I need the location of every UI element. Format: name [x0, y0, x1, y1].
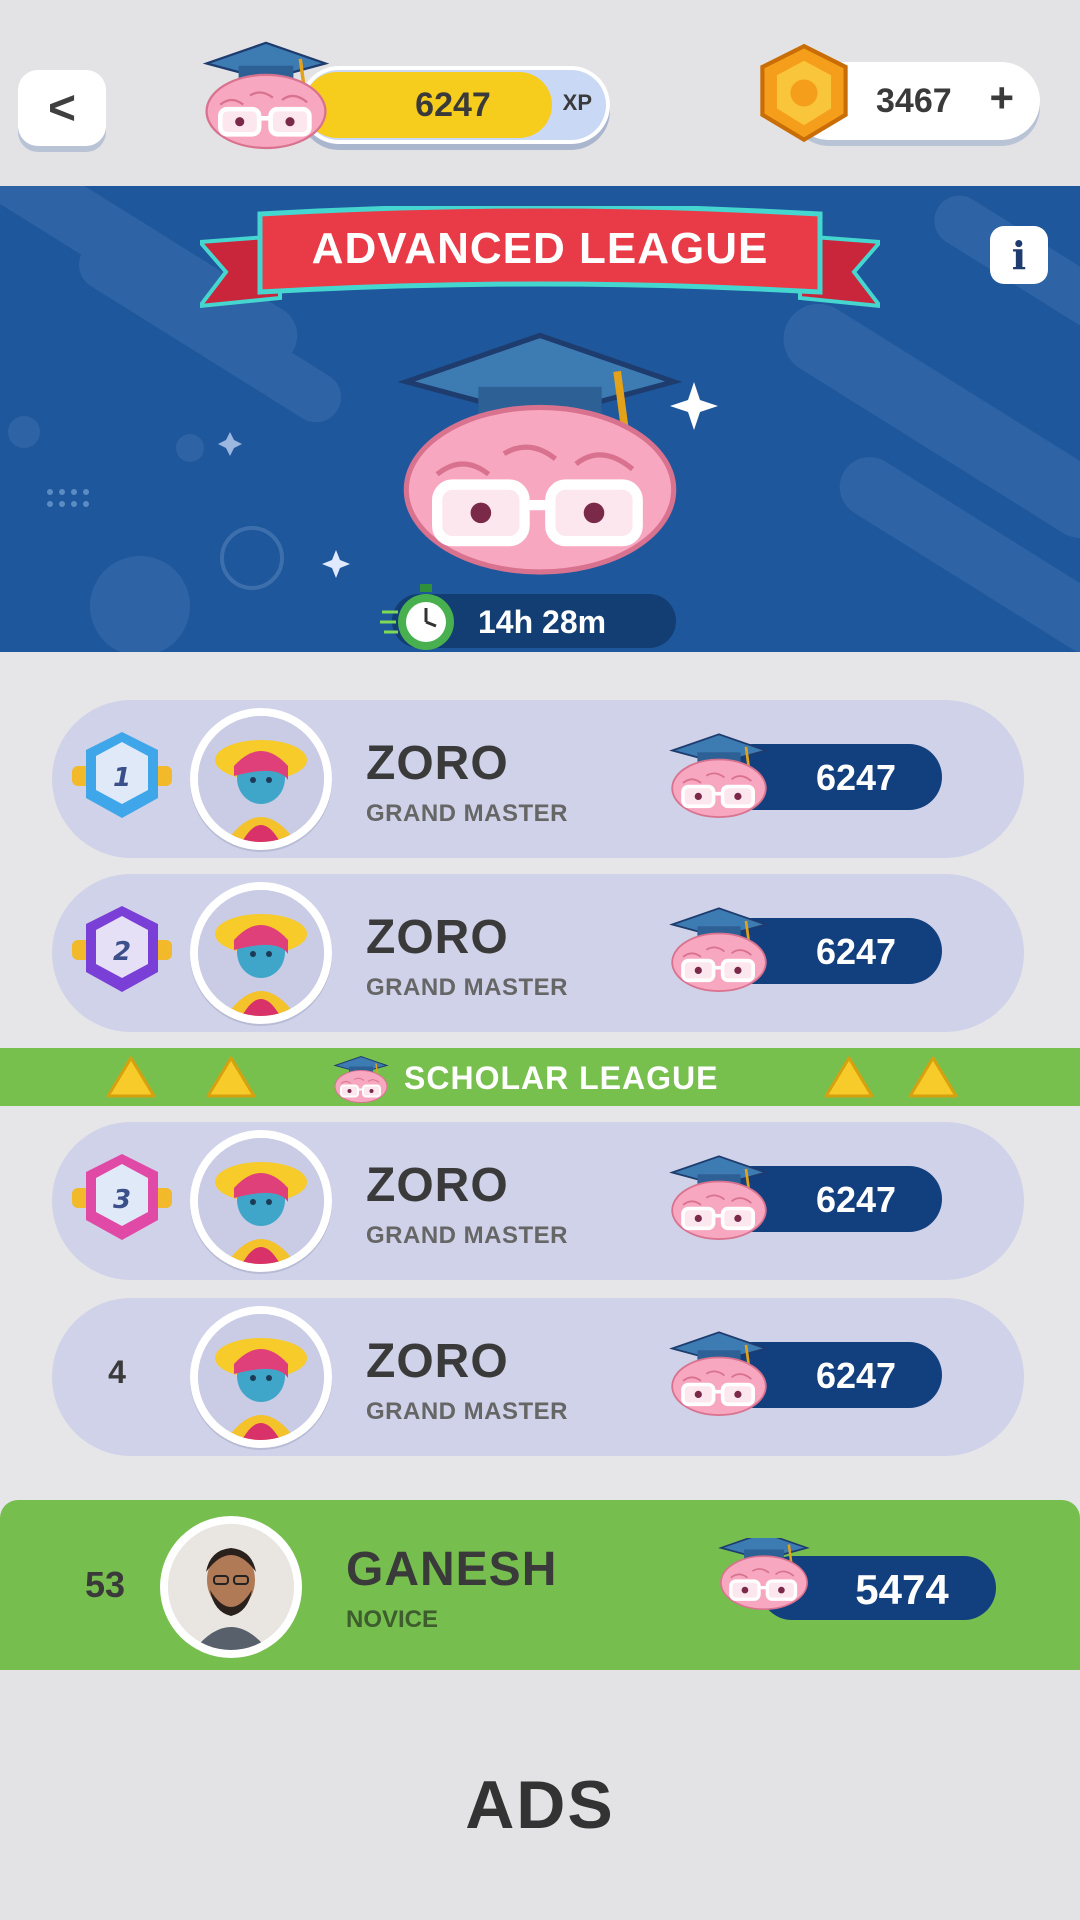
brain-graduate-icon	[670, 732, 768, 819]
stopwatch-icon	[380, 584, 454, 650]
avatar	[190, 1130, 332, 1272]
leaderboard-row[interactable]: 2 ZORO GRAND MASTER 6247	[52, 874, 1024, 1032]
info-button[interactable]: i	[990, 226, 1048, 284]
divider-label: SCHOLAR LEAGUE	[404, 1060, 719, 1096]
player-score: 6247	[815, 1355, 897, 1396]
league-title: ADVANCED LEAGUE	[311, 224, 769, 273]
player-name: ZORO	[366, 911, 509, 964]
user-photo	[168, 1524, 294, 1650]
ad-banner[interactable]: ADS	[0, 1670, 1080, 1920]
player-score: 6247	[815, 1179, 897, 1220]
scholar-league-divider: SCHOLAR LEAGUE	[0, 1048, 1080, 1106]
rank-badge-icon: 3	[72, 1154, 172, 1240]
brain-graduate-icon	[334, 1055, 388, 1104]
timer-value: 14h 28m	[478, 604, 607, 640]
avatar	[160, 1516, 302, 1658]
player-score: 5474	[855, 1566, 949, 1613]
rank-badge-icon: 2	[72, 906, 172, 992]
current-user-row[interactable]: 53 GANESH NOVICE 5474	[0, 1500, 1080, 1670]
player-avatar-image	[198, 716, 324, 842]
leaderboard-row[interactable]: 4 ZORO GRAND MASTER 6247	[52, 1298, 1024, 1456]
arrow-up-icon	[824, 1056, 874, 1098]
player-avatar-image	[198, 1138, 324, 1264]
arrow-up-icon	[106, 1056, 156, 1098]
avatar	[190, 1306, 332, 1448]
brain-graduate-icon	[670, 906, 768, 993]
chevron-left-icon: <	[47, 81, 77, 135]
brain-icon	[719, 1538, 809, 1611]
rank-badge-icon: 1	[72, 732, 172, 818]
player-avatar-image	[198, 890, 324, 1016]
top-bar: < 6247 XP 3467 +	[0, 0, 1080, 186]
rank-number: 1	[113, 763, 131, 793]
player-avatar-image	[198, 1314, 324, 1440]
avatar	[190, 882, 332, 1024]
brain-graduate-icon	[670, 1154, 768, 1241]
back-button[interactable]: <	[18, 70, 106, 146]
avatar	[190, 708, 332, 850]
player-name: ZORO	[366, 737, 509, 790]
xp-bar: 6247 XP	[300, 66, 610, 144]
leaderboard-row[interactable]: 1 ZORO GRAND MASTER 6247	[52, 700, 1024, 858]
arrow-up-icon	[206, 1056, 256, 1098]
xp-value: 6247	[415, 85, 491, 124]
xp-unit-label: XP	[562, 90, 592, 115]
league-banner: ADVANCED LEAGUE i 14h 28m	[0, 186, 1080, 652]
add-coins-button[interactable]: +	[989, 74, 1014, 122]
player-title: GRAND MASTER	[366, 800, 568, 827]
leaderboard-row[interactable]: 3 ZORO GRAND MASTER 6247	[52, 1122, 1024, 1280]
player-score: 6247	[815, 931, 897, 972]
player-title: GRAND MASTER	[366, 1398, 568, 1425]
league-mascot-brain	[360, 296, 720, 596]
info-icon: i	[1011, 232, 1027, 278]
player-name: ZORO	[366, 1159, 509, 1212]
player-title: GRAND MASTER	[366, 1222, 568, 1249]
brain-graduate-icon	[186, 22, 346, 162]
brain-graduate-icon	[670, 1330, 768, 1417]
rank-number: 53	[84, 1564, 126, 1605]
rank-number: 2	[113, 937, 131, 967]
rank-number: 4	[108, 1354, 126, 1390]
player-score: 6247	[815, 757, 897, 798]
coin-value: 3467	[876, 82, 952, 120]
player-title: GRAND MASTER	[366, 974, 568, 1001]
gold-coin-icon	[760, 43, 848, 143]
player-name: ZORO	[366, 1335, 509, 1388]
player-name: GANESH	[346, 1543, 558, 1596]
ads-label: ADS	[465, 1767, 615, 1843]
player-title: NOVICE	[346, 1606, 439, 1633]
arrow-up-icon	[908, 1056, 958, 1098]
rank-number: 3	[113, 1185, 131, 1215]
